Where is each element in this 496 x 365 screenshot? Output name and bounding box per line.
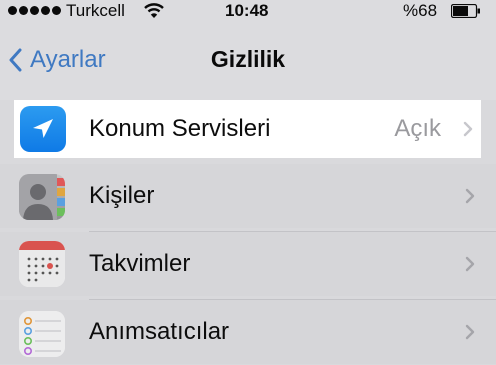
chevron-right-icon (463, 121, 473, 137)
chevron-right-icon (465, 324, 475, 340)
location-services-value: Açık (394, 115, 441, 142)
calendars-label: Takvimler (89, 250, 191, 277)
reminders-label: Anımsatıcılar (89, 318, 230, 345)
navigation-bar: Ayarlar Gizlilik (0, 22, 496, 100)
page-title: Gizlilik (210, 46, 286, 72)
status-bar: Turkcell 10:48 %68 (0, 0, 496, 22)
location-services-label: Konum Servisleri (89, 115, 271, 142)
carrier-name: Turkcell (66, 1, 125, 20)
list-item-location-services[interactable]: Konum Servisleri Açık (0, 100, 496, 164)
wifi-icon (144, 3, 164, 18)
chevron-right-icon (465, 188, 475, 204)
contacts-icon (19, 174, 65, 220)
calendar-icon (19, 241, 65, 287)
location-arrow-icon (20, 106, 66, 152)
battery-icon (451, 4, 480, 18)
chevron-right-icon (465, 256, 475, 272)
reminders-icon (19, 311, 65, 357)
privacy-settings-list: Konum Servisleri Açık Kişiler Takvimler … (0, 100, 496, 365)
signal-strength-icon (8, 6, 61, 15)
battery-percentage: %68 (403, 1, 438, 20)
location-services-highlight[interactable]: Konum Servisleri Açık (14, 100, 481, 158)
contacts-label: Kişiler (89, 182, 155, 209)
list-item-reminders[interactable]: Anımsatıcılar (0, 300, 496, 364)
list-item-contacts[interactable]: Kişiler (0, 164, 496, 228)
list-item-calendars[interactable]: Takvimler (0, 232, 496, 296)
status-time: 10:48 (225, 1, 269, 20)
